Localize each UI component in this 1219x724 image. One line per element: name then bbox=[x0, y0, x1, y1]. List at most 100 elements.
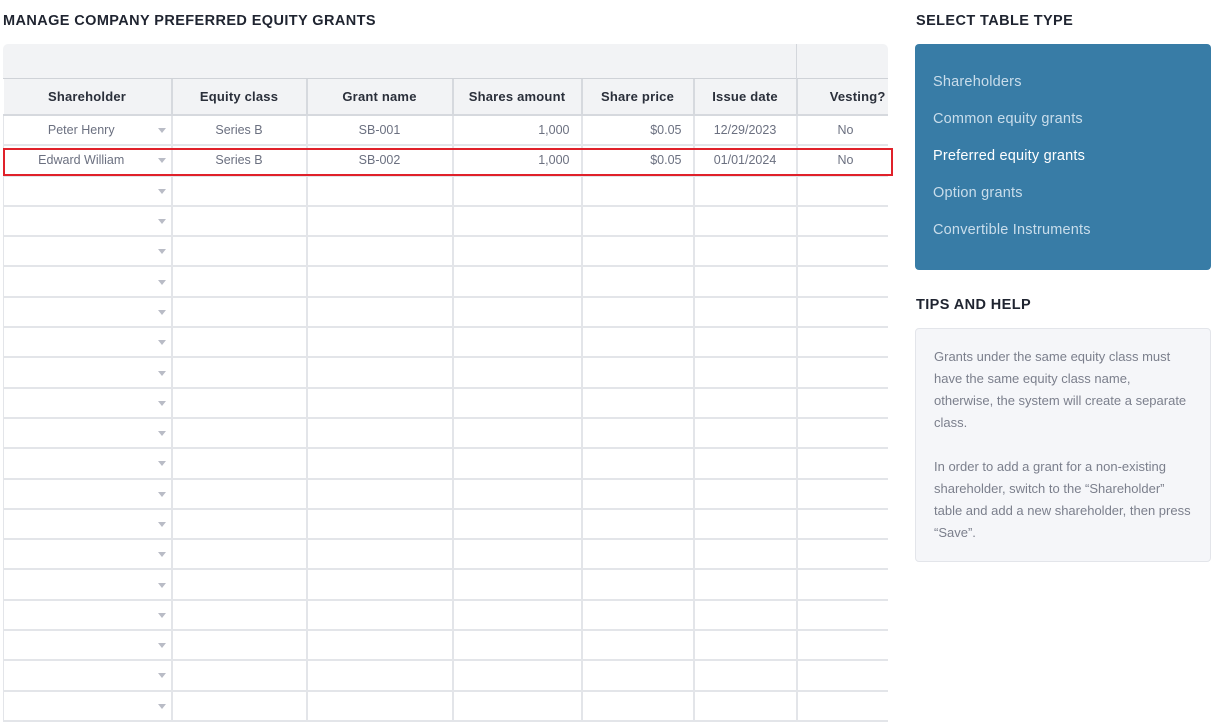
shareholder-cell[interactable] bbox=[3, 357, 172, 389]
shares-amount-cell[interactable] bbox=[451, 266, 582, 298]
table-type-option-grants[interactable]: Option grants bbox=[915, 181, 1211, 218]
vesting-cell[interactable]: No bbox=[795, 145, 888, 177]
grant-name-cell[interactable] bbox=[305, 266, 453, 298]
dropdown-arrow-icon[interactable] bbox=[157, 552, 166, 558]
column-header-shares-amount[interactable]: Shares amount bbox=[451, 79, 582, 116]
issue-date-cell[interactable] bbox=[692, 508, 797, 541]
shares-amount-cell[interactable] bbox=[451, 236, 582, 268]
vesting-cell[interactable] bbox=[795, 327, 888, 359]
shareholder-cell[interactable] bbox=[3, 266, 172, 298]
empty-table-row[interactable] bbox=[3, 417, 888, 450]
equity-class-cell[interactable] bbox=[170, 387, 307, 419]
share-price-cell[interactable] bbox=[580, 205, 694, 238]
vesting-cell[interactable] bbox=[795, 660, 888, 692]
column-header-share-price[interactable]: Share price bbox=[580, 79, 694, 116]
share-price-cell[interactable] bbox=[580, 660, 694, 692]
dropdown-arrow-icon[interactable] bbox=[157, 643, 166, 649]
equity-class-cell[interactable] bbox=[170, 660, 307, 692]
empty-table-row[interactable] bbox=[3, 266, 888, 298]
dropdown-arrow-icon[interactable] bbox=[157, 128, 166, 134]
equity-class-cell[interactable] bbox=[170, 327, 307, 359]
issue-date-cell[interactable] bbox=[692, 478, 797, 510]
dropdown-arrow-icon[interactable] bbox=[157, 522, 166, 527]
share-price-cell[interactable] bbox=[580, 448, 694, 480]
dropdown-arrow-icon[interactable] bbox=[157, 491, 166, 497]
vesting-cell[interactable] bbox=[795, 630, 888, 662]
equity-class-cell[interactable] bbox=[170, 417, 307, 450]
empty-table-row[interactable] bbox=[3, 448, 888, 480]
table-type-convertible-instruments[interactable]: Convertible Instruments bbox=[915, 218, 1211, 255]
shareholder-cell[interactable] bbox=[3, 569, 172, 601]
shareholder-cell[interactable] bbox=[3, 175, 172, 207]
equity-class-cell[interactable] bbox=[170, 599, 307, 632]
column-header-equity-class[interactable]: Equity class bbox=[170, 79, 307, 116]
vesting-cell[interactable] bbox=[795, 539, 888, 571]
empty-table-row[interactable] bbox=[3, 357, 888, 389]
vesting-cell[interactable] bbox=[795, 387, 888, 419]
share-price-cell[interactable] bbox=[580, 478, 694, 510]
vesting-cell[interactable] bbox=[795, 205, 888, 238]
grant-name-cell[interactable] bbox=[305, 630, 453, 662]
empty-table-row[interactable] bbox=[3, 236, 888, 268]
empty-table-row[interactable] bbox=[3, 205, 888, 238]
shareholder-cell[interactable] bbox=[3, 448, 172, 480]
grant-name-cell[interactable] bbox=[305, 569, 453, 601]
issue-date-cell[interactable] bbox=[692, 236, 797, 268]
grant-name-cell[interactable] bbox=[305, 690, 453, 722]
shares-amount-cell[interactable] bbox=[451, 175, 582, 207]
dropdown-arrow-icon[interactable] bbox=[157, 249, 166, 255]
shareholder-cell[interactable] bbox=[3, 205, 172, 238]
empty-table-row[interactable] bbox=[3, 630, 888, 662]
grant-name-cell[interactable] bbox=[305, 417, 453, 450]
shares-amount-cell[interactable] bbox=[451, 478, 582, 510]
issue-date-cell[interactable] bbox=[692, 357, 797, 389]
shareholder-cell[interactable]: Edward William bbox=[3, 145, 172, 177]
shareholder-cell[interactable] bbox=[3, 387, 172, 419]
shares-amount-cell[interactable] bbox=[451, 599, 582, 632]
dropdown-arrow-icon[interactable] bbox=[157, 612, 166, 618]
vesting-cell[interactable] bbox=[795, 357, 888, 389]
shares-amount-cell[interactable] bbox=[451, 387, 582, 419]
equity-class-cell[interactable] bbox=[170, 448, 307, 480]
shares-amount-cell[interactable] bbox=[451, 327, 582, 359]
table-type-shareholders[interactable]: Shareholders bbox=[915, 70, 1211, 107]
grant-name-cell[interactable] bbox=[305, 448, 453, 480]
shareholder-cell[interactable] bbox=[3, 508, 172, 541]
empty-table-row[interactable] bbox=[3, 175, 888, 207]
equity-class-cell[interactable]: Series B bbox=[170, 115, 307, 147]
dropdown-arrow-icon[interactable] bbox=[157, 340, 166, 346]
grant-name-cell[interactable] bbox=[305, 387, 453, 419]
shares-amount-cell[interactable] bbox=[451, 690, 582, 722]
grant-name-cell[interactable]: SB-001 bbox=[305, 115, 453, 147]
shareholder-cell[interactable] bbox=[3, 630, 172, 662]
vesting-cell[interactable] bbox=[795, 599, 888, 632]
grant-name-cell[interactable] bbox=[305, 205, 453, 238]
issue-date-cell[interactable]: 12/29/2023 bbox=[692, 115, 797, 147]
dropdown-arrow-icon[interactable] bbox=[157, 431, 166, 437]
vesting-cell[interactable] bbox=[795, 296, 888, 329]
issue-date-cell[interactable] bbox=[692, 417, 797, 450]
vesting-cell[interactable] bbox=[795, 236, 888, 268]
vesting-cell[interactable] bbox=[795, 448, 888, 480]
share-price-cell[interactable] bbox=[580, 417, 694, 450]
share-price-cell[interactable]: $0.05 bbox=[580, 115, 694, 147]
grant-name-cell[interactable] bbox=[305, 478, 453, 510]
share-price-cell[interactable] bbox=[580, 236, 694, 268]
table-type-common-equity-grants[interactable]: Common equity grants bbox=[915, 107, 1211, 144]
empty-table-row[interactable] bbox=[3, 539, 888, 571]
issue-date-cell[interactable] bbox=[692, 630, 797, 662]
table-type-preferred-equity-grants[interactable]: Preferred equity grants bbox=[915, 144, 1211, 181]
dropdown-arrow-icon[interactable] bbox=[157, 582, 166, 588]
issue-date-cell[interactable]: 01/01/2024 bbox=[692, 145, 797, 177]
share-price-cell[interactable] bbox=[580, 599, 694, 632]
vesting-cell[interactable]: No bbox=[795, 115, 888, 147]
issue-date-cell[interactable] bbox=[692, 296, 797, 329]
shareholder-cell[interactable] bbox=[3, 539, 172, 571]
vesting-cell[interactable] bbox=[795, 690, 888, 722]
vesting-cell[interactable] bbox=[795, 478, 888, 510]
share-price-cell[interactable] bbox=[580, 296, 694, 329]
issue-date-cell[interactable] bbox=[692, 327, 797, 359]
issue-date-cell[interactable] bbox=[692, 660, 797, 692]
grant-name-cell[interactable] bbox=[305, 599, 453, 632]
grant-name-cell[interactable] bbox=[305, 175, 453, 207]
